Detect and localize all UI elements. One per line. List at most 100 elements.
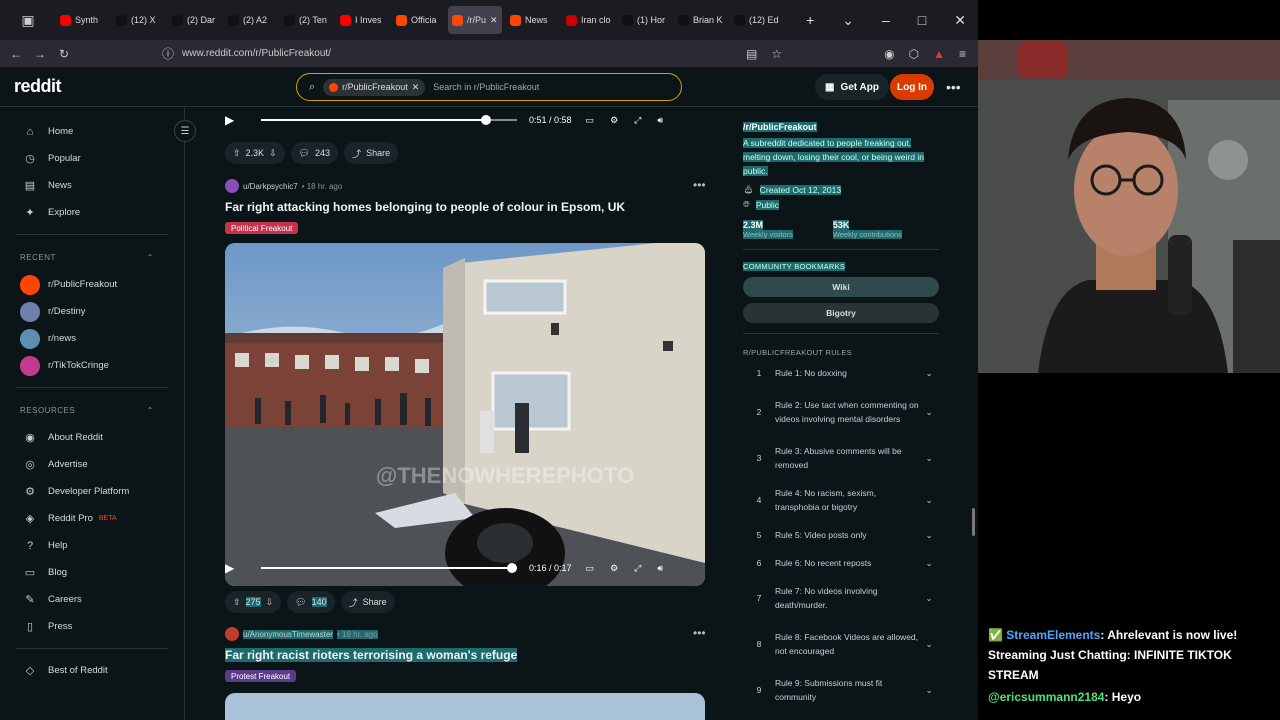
volume-icon-2[interactable]: 🔊︎ bbox=[657, 563, 663, 574]
sidebar-item[interactable]: ▭ Blog bbox=[0, 559, 184, 586]
play-icon[interactable]: ▶ bbox=[225, 113, 241, 127]
avatar-2[interactable] bbox=[225, 627, 239, 641]
post-flair-2[interactable]: Protest Freakout bbox=[225, 670, 297, 682]
url-text[interactable]: www.reddit.com/r/PublicFreakout/ bbox=[182, 48, 331, 59]
play-icon-2[interactable]: ▶ bbox=[225, 561, 241, 575]
recent-community[interactable]: r/Destiny bbox=[0, 298, 184, 325]
chevron-down-icon[interactable]: ⌄ bbox=[919, 637, 939, 651]
sidebar-item[interactable]: ▤ News bbox=[0, 172, 184, 199]
chevron-down-icon[interactable]: ⌄ bbox=[919, 591, 939, 605]
share-button-2[interactable]: ⤴ Share bbox=[340, 591, 395, 613]
browser-tab[interactable]: Brian K bbox=[674, 6, 726, 34]
rule-item[interactable]: 9 Rule 9: Submissions must fit community ⌄ bbox=[743, 671, 939, 709]
sidebar-item[interactable]: ⚙ Developer Platform bbox=[0, 478, 184, 505]
maximize-icon[interactable]: □ bbox=[918, 12, 926, 29]
chevron-down-icon[interactable]: ⌄ bbox=[919, 556, 939, 570]
browser-tab[interactable]: (2) Dar bbox=[168, 6, 220, 34]
bookmark-star-icon[interactable]: ☆ bbox=[771, 47, 782, 61]
close-window-icon[interactable]: ✕ bbox=[954, 12, 966, 29]
captions-icon[interactable]: ▭ bbox=[586, 115, 595, 126]
recent-community[interactable]: r/TikTokCringe bbox=[0, 352, 184, 379]
bookmark-button[interactable]: Bigotry bbox=[743, 303, 939, 323]
avatar[interactable] bbox=[225, 179, 239, 193]
browser-tab[interactable]: Officia bbox=[392, 6, 444, 34]
video-progress-bar-2[interactable] bbox=[261, 563, 517, 573]
browser-tab[interactable]: (2) Ten bbox=[280, 6, 332, 34]
rule-item[interactable]: 3 Rule 3: Abusive comments will be remove… bbox=[743, 439, 939, 477]
forward-icon[interactable]: → bbox=[28, 47, 52, 61]
rule-item[interactable]: 1 Rule 1: No doxxing ⌄ bbox=[743, 361, 939, 385]
recent-community[interactable]: r/PublicFreakout bbox=[0, 271, 184, 298]
post-author[interactable]: u/Darkpsychic7 bbox=[243, 182, 298, 191]
search-bar[interactable]: ⌕ r/PublicFreakout ✕ Search in r/PublicF… bbox=[296, 73, 682, 101]
browser-tab[interactable]: (1) Hor bbox=[618, 6, 670, 34]
browser-tab[interactable]: (12) X bbox=[112, 6, 164, 34]
sidebar-item[interactable]: ◇ Best of Reddit bbox=[0, 657, 184, 684]
reader-icon[interactable]: ▤ bbox=[746, 47, 757, 61]
post-title[interactable]: Far right attacking homes belonging to p… bbox=[225, 200, 625, 214]
browser-tab[interactable]: /r/Pu ✕ bbox=[448, 6, 502, 34]
sidebar-item[interactable]: ◈ Reddit Pro BETA bbox=[0, 505, 184, 532]
post-options-icon[interactable]: ••• bbox=[693, 178, 706, 192]
tab-list-icon[interactable]: ⌄ bbox=[842, 12, 854, 29]
upvote-icon-2[interactable]: ⇧ bbox=[233, 597, 241, 608]
addon-icon[interactable]: ▲ bbox=[933, 47, 945, 61]
share-button[interactable]: ⤴ Share bbox=[344, 142, 399, 164]
chevron-down-icon[interactable]: ⌄ bbox=[919, 683, 939, 697]
downvote-icon[interactable]: ⇩ bbox=[269, 148, 277, 159]
fullscreen-icon[interactable]: ⤢ bbox=[634, 115, 641, 126]
browser-tab[interactable]: News bbox=[506, 6, 558, 34]
downvote-icon-2[interactable]: ⇩ bbox=[266, 597, 274, 608]
sidebar-item[interactable]: ? Help bbox=[0, 532, 184, 559]
site-info-icon[interactable]: ⓘ bbox=[156, 45, 180, 62]
video-progress-bar[interactable] bbox=[261, 115, 517, 125]
comments-button-2[interactable]: 💬︎ 140 bbox=[287, 591, 335, 613]
back-icon[interactable]: ← bbox=[4, 47, 28, 61]
chat-username-2[interactable]: @ericsummann2184 bbox=[988, 690, 1104, 704]
chat-username[interactable]: StreamElements bbox=[1006, 628, 1100, 642]
account-icon[interactable]: ◉ bbox=[884, 47, 894, 61]
reload-icon[interactable]: ↻ bbox=[52, 47, 76, 61]
video-player[interactable]: @THENOWHEREPHOTO bbox=[225, 243, 705, 586]
sidebar-item[interactable]: ◷ Popular bbox=[0, 145, 184, 172]
search-scope-chip[interactable]: r/PublicFreakout ✕ bbox=[323, 78, 426, 96]
chevron-down-icon[interactable]: ⌄ bbox=[919, 366, 939, 380]
rule-item[interactable]: 2 Rule 2: Use tact when commenting on vid… bbox=[743, 389, 939, 435]
scrollbar[interactable] bbox=[972, 508, 975, 536]
login-button[interactable]: Log In bbox=[890, 74, 934, 100]
rule-item[interactable]: 7 Rule 7: No videos involving death/murde… bbox=[743, 579, 939, 617]
sidebar-item[interactable]: ✦ Explore bbox=[0, 199, 184, 226]
rule-item[interactable]: 6 Rule 6: No recent reposts ⌄ bbox=[743, 551, 939, 575]
sidebar-item[interactable]: ▯ Press bbox=[0, 613, 184, 640]
chevron-down-icon[interactable]: ⌄ bbox=[919, 493, 939, 507]
post-author-2[interactable]: u/AnonymousTimewaster bbox=[243, 629, 333, 639]
search-placeholder[interactable]: Search in r/PublicFreakout bbox=[433, 82, 539, 92]
more-options-icon[interactable]: ••• bbox=[946, 79, 961, 95]
rule-item[interactable]: 4 Rule 4: No racism, sexism, transphobia … bbox=[743, 481, 939, 519]
browser-tab[interactable]: Iran clo bbox=[562, 6, 614, 34]
get-app-button[interactable]: ▦ Get App bbox=[815, 74, 889, 100]
progress-knob[interactable] bbox=[481, 115, 492, 125]
chevron-down-icon[interactable]: ⌄ bbox=[919, 528, 939, 542]
tab-overview-icon[interactable]: ▣ bbox=[21, 12, 34, 29]
sidebar-item[interactable]: ◉ About Reddit bbox=[0, 424, 184, 451]
recent-section-header[interactable]: RECENT ⌃ bbox=[0, 243, 184, 271]
chevron-down-icon[interactable]: ⌄ bbox=[919, 451, 939, 465]
post-flair[interactable]: Political Freakout bbox=[225, 222, 299, 234]
remove-chip-icon[interactable]: ✕ bbox=[412, 82, 420, 93]
extensions-icon[interactable]: ⬡ bbox=[909, 47, 919, 61]
progress-knob-2[interactable] bbox=[506, 563, 517, 573]
new-tab-icon[interactable]: + bbox=[806, 12, 814, 29]
fullscreen-icon-2[interactable]: ⤢ bbox=[634, 563, 641, 574]
post-options-icon-2[interactable]: ••• bbox=[693, 626, 706, 640]
sidebar-item[interactable]: ⌂ Home bbox=[0, 118, 184, 145]
video-player-2[interactable] bbox=[225, 693, 705, 720]
browser-tab[interactable]: Synth bbox=[56, 6, 108, 34]
resources-section-header[interactable]: RESOURCES ⌃ bbox=[0, 396, 184, 424]
menu-icon[interactable]: ≡ bbox=[959, 47, 966, 61]
bookmark-button[interactable]: Wiki bbox=[743, 277, 939, 297]
browser-tab[interactable]: (2) A2 bbox=[224, 6, 276, 34]
browser-tab[interactable]: I Inves bbox=[336, 6, 388, 34]
captions-icon-2[interactable]: ▭ bbox=[586, 563, 595, 574]
settings-icon-2[interactable]: ⚙ bbox=[610, 563, 618, 574]
